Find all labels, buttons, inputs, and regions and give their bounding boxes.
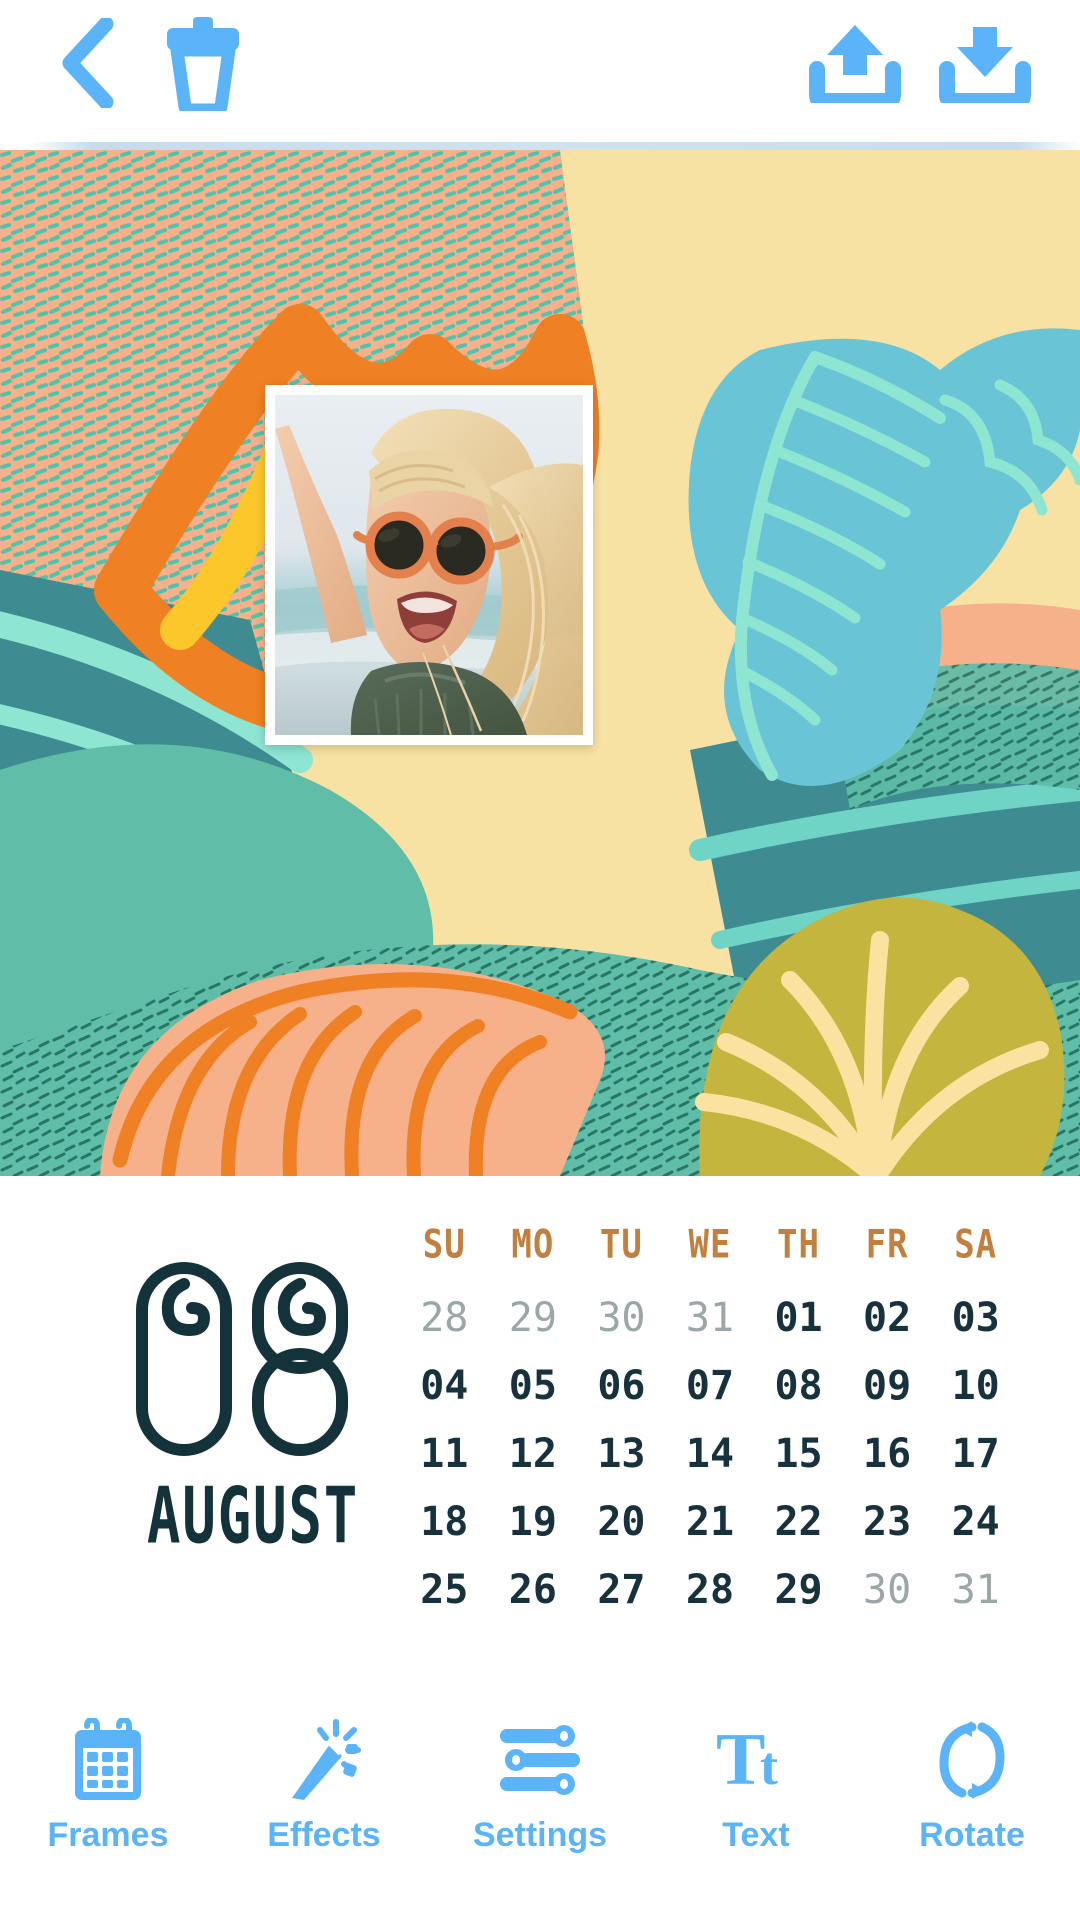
calendar-day-cell[interactable]: 18 (400, 1488, 489, 1556)
calendar-day-cell[interactable]: 21 (666, 1488, 755, 1556)
download-icon (939, 27, 1031, 103)
month-number-glyphs (136, 1262, 348, 1456)
collage-canvas[interactable] (0, 150, 1080, 1176)
calendar-day-cell[interactable]: 27 (577, 1556, 666, 1624)
calendar-day-cell[interactable]: 19 (489, 1488, 578, 1556)
calendar-week-row: 11 12 13 14 15 16 17 (400, 1420, 1020, 1488)
photo-frame[interactable] (265, 385, 593, 745)
text-tt-icon: T t (710, 1714, 802, 1806)
calendar-day-cell[interactable]: 24 (931, 1488, 1020, 1556)
calendar-day-cell[interactable]: 02 (843, 1284, 932, 1352)
weekday-header-mo: MO (511, 1221, 555, 1268)
calendar-week-row: 28 29 30 31 01 02 03 (400, 1284, 1020, 1352)
calendar-day-cell[interactable]: 25 (400, 1556, 489, 1624)
sliders-icon (494, 1714, 586, 1806)
calendar-day-cell[interactable]: 07 (666, 1352, 755, 1420)
calendar-day-cell[interactable]: 03 (931, 1284, 1020, 1352)
tool-settings[interactable]: Settings (445, 1714, 635, 1855)
top-toolbar (0, 0, 1080, 128)
calendar-day-cell[interactable]: 22 (754, 1488, 843, 1556)
trash-icon (167, 17, 239, 111)
tool-rotate[interactable]: Rotate (877, 1714, 1067, 1855)
calendar-day-cell[interactable]: 30 (843, 1556, 932, 1624)
magic-wand-icon (278, 1714, 370, 1806)
tool-label-effects: Effects (267, 1816, 381, 1854)
svg-text:T: T (716, 1719, 765, 1801)
calendar-day-cell[interactable]: 01 (754, 1284, 843, 1352)
calendar-icon (62, 1714, 154, 1806)
weekday-header-sa: SA (954, 1221, 998, 1268)
calendar-table: SU MO TU WE TH FR SA 28 29 30 31 01 02 03 04 05 0… (400, 1222, 1020, 1624)
tool-frames[interactable]: Frames (13, 1714, 203, 1855)
download-button[interactable] (930, 8, 1040, 118)
calendar-day-cell[interactable]: 15 (754, 1420, 843, 1488)
calendar-day-cell[interactable]: 28 (666, 1556, 755, 1624)
chevron-left-icon (62, 18, 114, 108)
calendar-day-cell[interactable]: 20 (577, 1488, 666, 1556)
upload-icon (809, 25, 901, 103)
tool-label-settings: Settings (472, 1816, 608, 1854)
month-name: AUGUST (146, 1470, 360, 1562)
back-button[interactable] (30, 8, 140, 118)
tool-label-frames: Frames (47, 1816, 169, 1854)
calendar-day-cell[interactable]: 23 (843, 1488, 932, 1556)
weekday-header-fr: FR (865, 1221, 909, 1268)
calendar-day-cell[interactable]: 04 (400, 1352, 489, 1420)
tool-label-rotate: Rotate (919, 1816, 1025, 1854)
bottom-toolbar: Frames Effects Settings T t Text Rotate (0, 1696, 1080, 1920)
photo-calendar-editor-screen: AUGUST SU MO TU WE TH FR SA 28 29 30 31 01 02… (0, 0, 1080, 1920)
calendar-sheet[interactable]: AUGUST SU MO TU WE TH FR SA 28 29 30 31 01 02… (0, 1176, 1080, 1696)
calendar-day-cell[interactable]: 05 (489, 1352, 578, 1420)
month-display: AUGUST (118, 1254, 388, 1561)
calendar-day-cell[interactable]: 16 (843, 1420, 932, 1488)
calendar-day-cell[interactable]: 13 (577, 1420, 666, 1488)
calendar-day-cell[interactable]: 12 (489, 1420, 578, 1488)
calendar-week-row: 18 19 20 21 22 23 24 (400, 1488, 1020, 1556)
weekday-header-su: SU (422, 1221, 466, 1268)
calendar-day-cell[interactable]: 30 (577, 1284, 666, 1352)
calendar-day-cell[interactable]: 14 (666, 1420, 755, 1488)
calendar-day-cell[interactable]: 08 (754, 1352, 843, 1420)
svg-text:t: t (760, 1736, 778, 1796)
calendar-day-cell[interactable]: 31 (666, 1284, 755, 1352)
tool-text[interactable]: T t Text (661, 1714, 851, 1855)
calendar-day-cell[interactable]: 29 (754, 1556, 843, 1624)
photo-image (275, 395, 583, 735)
weekday-header-th: TH (777, 1221, 820, 1268)
calendar-day-cell[interactable]: 10 (931, 1352, 1020, 1420)
upload-button[interactable] (800, 8, 910, 118)
calendar-day-cell[interactable]: 11 (400, 1420, 489, 1488)
calendar-grid[interactable]: SU MO TU WE TH FR SA 28 29 30 31 01 02 03 04 05 0… (400, 1222, 1020, 1624)
calendar-day-cell[interactable]: 26 (489, 1556, 578, 1624)
weekday-header-tu: TU (599, 1221, 643, 1268)
calendar-day-cell[interactable]: 17 (931, 1420, 1020, 1488)
calendar-day-cell[interactable]: 09 (843, 1352, 932, 1420)
calendar-day-cell[interactable]: 29 (489, 1284, 578, 1352)
calendar-week-row: 04 05 06 07 08 09 10 (400, 1352, 1020, 1420)
calendar-day-cell[interactable]: 31 (931, 1556, 1020, 1624)
calendar-weekday-row: SU MO TU WE TH FR SA (400, 1222, 1020, 1284)
calendar-day-cell[interactable]: 06 (577, 1352, 666, 1420)
tool-effects[interactable]: Effects (229, 1714, 419, 1855)
calendar-week-row: 25 26 27 28 29 30 31 (400, 1556, 1020, 1624)
tool-label-text: Text (722, 1816, 790, 1854)
delete-button[interactable] (148, 8, 258, 118)
month-number (118, 1254, 388, 1464)
rotate-icon (926, 1714, 1018, 1806)
calendar-day-cell[interactable]: 28 (400, 1284, 489, 1352)
weekday-header-we: WE (688, 1221, 732, 1268)
calendar-body: 28 29 30 31 01 02 03 04 05 06 07 08 09 10 11 12 13 14 15 16… (400, 1284, 1020, 1624)
